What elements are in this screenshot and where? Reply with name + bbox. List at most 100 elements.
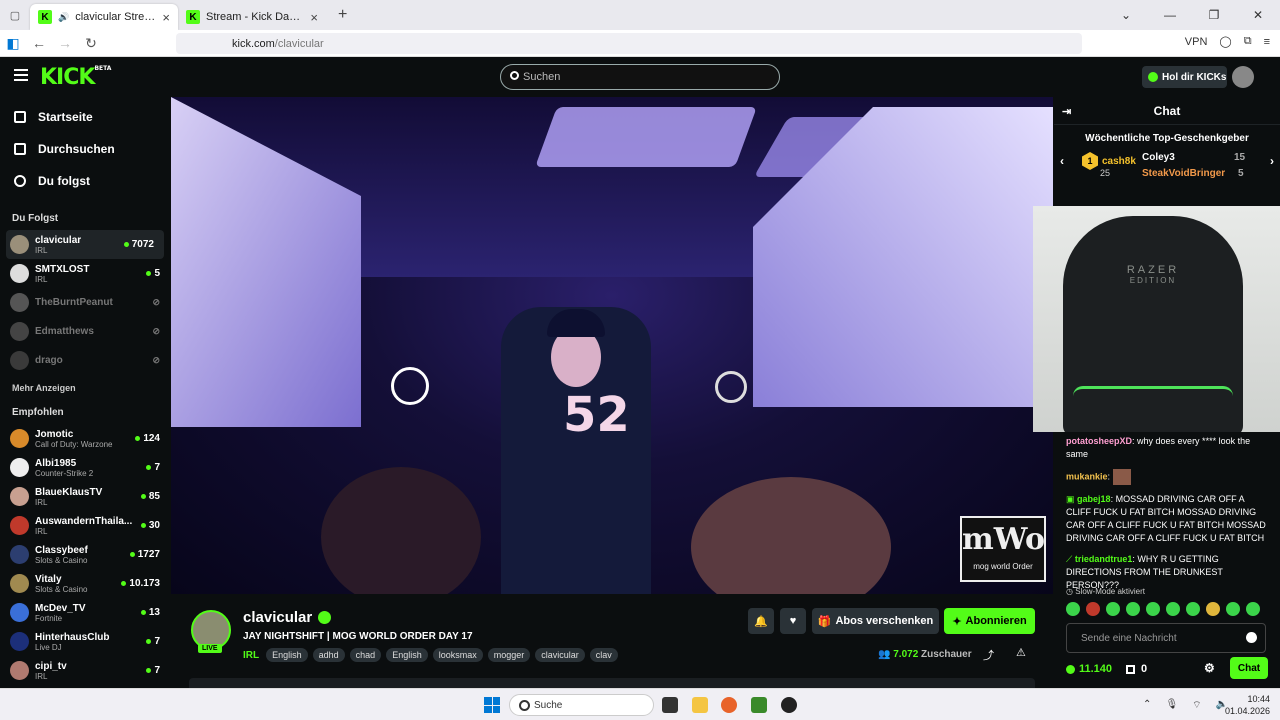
emote-button[interactable] [1126, 602, 1140, 616]
tag[interactable]: chad [349, 648, 382, 662]
chat-username[interactable]: mukankie [1066, 471, 1108, 481]
address-bar[interactable]: kick.com/clavicular [176, 33, 1082, 54]
windows-start-icon[interactable] [484, 697, 500, 713]
restore-button[interactable]: ❐ [1192, 0, 1236, 30]
channel-item-clavicular[interactable]: clavicular IRL 7072 [6, 230, 164, 259]
picture-in-picture-video[interactable]: RAZER EDITION [1033, 206, 1280, 432]
task-view-icon[interactable] [662, 697, 678, 713]
points-icon [1066, 664, 1075, 674]
new-tab-button[interactable]: + [326, 6, 347, 24]
subscribe-button[interactable]: ✦ Abonnieren [944, 608, 1035, 634]
channel-item-albi1985[interactable]: Albi1985 Counter-Strike 2 7 [0, 453, 170, 482]
channel-name: Albi1985 [35, 457, 77, 469]
kick-logo[interactable]: KICKBETA [40, 65, 111, 90]
channel-item-hinterhausclub[interactable]: HinterhausClub Live DJ 7 [0, 627, 170, 656]
channel-item-smtxlost[interactable]: SMTXLOST IRL 5 [0, 259, 170, 288]
chevron-right-icon[interactable]: › [1270, 154, 1274, 168]
clock[interactable]: 10:44 01.04.2026 [1225, 693, 1270, 717]
follow-button[interactable]: ♥ [780, 608, 806, 634]
file-explorer-icon[interactable] [692, 697, 708, 713]
channel-points[interactable]: 11.140 [1066, 663, 1112, 675]
gifter-name[interactable]: Coley3 [1142, 152, 1175, 163]
gifter-name[interactable]: SteakVoidBringer [1142, 168, 1225, 179]
reload-button[interactable]: ↻ [78, 35, 104, 52]
extensions-icon[interactable]: ⧉ [1244, 35, 1252, 48]
channel-item-theburntpeanut[interactable]: TheBurntPeanut ⊘ [0, 288, 170, 317]
tag[interactable]: clav [589, 648, 618, 662]
chat-username[interactable]: potatosheepXD [1066, 436, 1132, 446]
tag[interactable]: English [266, 648, 308, 662]
tag[interactable]: looksmax [432, 648, 483, 662]
sidebar-item-home[interactable]: Startseite [0, 101, 170, 133]
emote-button[interactable] [1166, 602, 1180, 616]
vpn-button[interactable]: VPN [1185, 36, 1208, 48]
close-tab-icon[interactable]: × [310, 10, 318, 25]
tag[interactable]: clavicular [535, 648, 585, 662]
channel-item-classybeef[interactable]: Classybeef Slots & Casino 1727 [0, 540, 170, 569]
collapse-chat-icon[interactable]: ⇥ [1062, 105, 1071, 118]
chevron-left-icon[interactable]: ‹ [1060, 154, 1064, 168]
channel-item-blaueklaustv[interactable]: BlaueKlausTV IRL 85 [0, 482, 170, 511]
app-icon[interactable] [781, 697, 797, 713]
audio-icon[interactable]: 🔊 [58, 12, 69, 23]
emote-button[interactable] [1226, 602, 1240, 616]
tag[interactable]: mogger [487, 648, 531, 662]
emote-button[interactable] [1086, 602, 1100, 616]
report-icon[interactable]: ⚠ [1016, 646, 1026, 659]
sidebar-item-browse[interactable]: Durchsuchen [0, 133, 170, 165]
chat-username[interactable]: gabej18 [1077, 494, 1111, 504]
gift-subs-button[interactable]: 🎁 Abos verschenken [812, 608, 939, 634]
channel-name[interactable]: clavicular [243, 609, 312, 626]
gear-icon[interactable]: ⚙ [1204, 661, 1215, 675]
close-window-button[interactable]: ✕ [1236, 0, 1280, 30]
get-kicks-button[interactable]: Hol dir KICKs [1142, 66, 1227, 88]
taskbar-search[interactable]: Suche [509, 694, 654, 716]
tab-list-icon[interactable]: ⌄ [1104, 0, 1148, 30]
firefox-icon[interactable] [721, 697, 737, 713]
menu-icon[interactable] [14, 69, 28, 81]
channel-item-edmatthews[interactable]: Edmatthews ⊘ [0, 317, 170, 346]
channel-item-cipi-tv[interactable]: cipi_tv IRL 7 [0, 656, 170, 685]
channel-item-drago[interactable]: drago ⊘ [0, 346, 170, 375]
tab-overview-icon[interactable]: ▢ [0, 9, 30, 22]
channel-item-mcdev-tv[interactable]: McDev_TV Fortnite 13 [0, 598, 170, 627]
emote-button[interactable] [1066, 602, 1080, 616]
forward-button[interactable]: → [52, 35, 78, 51]
channel-item-jomotic[interactable]: Jomotic Call of Duty: Warzone 124 [0, 424, 170, 453]
emote-button[interactable] [1186, 602, 1200, 616]
channel-item-auswandernthailand[interactable]: AuswandernThaila... IRL 30 [0, 511, 170, 540]
kicks-balance[interactable]: 0 [1126, 663, 1147, 675]
account-icon[interactable]: ◯ [1219, 35, 1231, 48]
tag[interactable]: English [386, 648, 428, 662]
menu-icon[interactable]: ≡ [1264, 36, 1270, 48]
back-button[interactable]: ← [26, 35, 52, 51]
chevron-up-icon[interactable]: ⌃ [1143, 699, 1151, 712]
search-input[interactable]: Suchen [500, 64, 780, 90]
video-player[interactable]: 52 mWo mog world Order [171, 97, 1053, 594]
microphone-icon[interactable]: 🎙 [1165, 699, 1178, 712]
show-more-link[interactable]: Mehr Anzeigen [0, 375, 170, 397]
category-link[interactable]: IRL [243, 650, 259, 661]
network-icon[interactable]: ⌔ [1192, 699, 1201, 712]
chat-username[interactable]: triedandtrue1 [1075, 554, 1133, 564]
close-tab-icon[interactable]: × [162, 10, 170, 25]
tag[interactable]: adhd [312, 648, 345, 662]
user-avatar[interactable] [1232, 66, 1254, 88]
browser-tab-stream[interactable]: K 🔊 clavicular Stream - Watch L × [30, 4, 178, 30]
notification-bell-button[interactable]: 🔔 [748, 608, 774, 634]
channel-item-vitaly[interactable]: Vitaly Slots & Casino 10.173 [0, 569, 170, 598]
minimize-button[interactable]: — [1148, 0, 1192, 30]
sidebar-item-following[interactable]: Du folgst [0, 165, 170, 197]
send-chat-button[interactable]: Chat [1230, 657, 1268, 679]
emoji-icon[interactable] [1246, 632, 1257, 643]
emote-button[interactable] [1206, 602, 1220, 616]
chat-message-input[interactable]: Sende eine Nachricht [1066, 623, 1266, 653]
browser-tab-dashboard[interactable]: K Stream - Kick Dashboard × [178, 4, 326, 30]
share-icon[interactable]: ⤴ [983, 647, 994, 663]
emote-button[interactable] [1146, 602, 1160, 616]
video-scene-light [535, 107, 757, 167]
app-icon[interactable] [751, 697, 767, 713]
emote-button[interactable] [1106, 602, 1120, 616]
sidebar-toggle-icon[interactable]: ◧ [0, 35, 26, 52]
emote-button[interactable] [1246, 602, 1260, 616]
